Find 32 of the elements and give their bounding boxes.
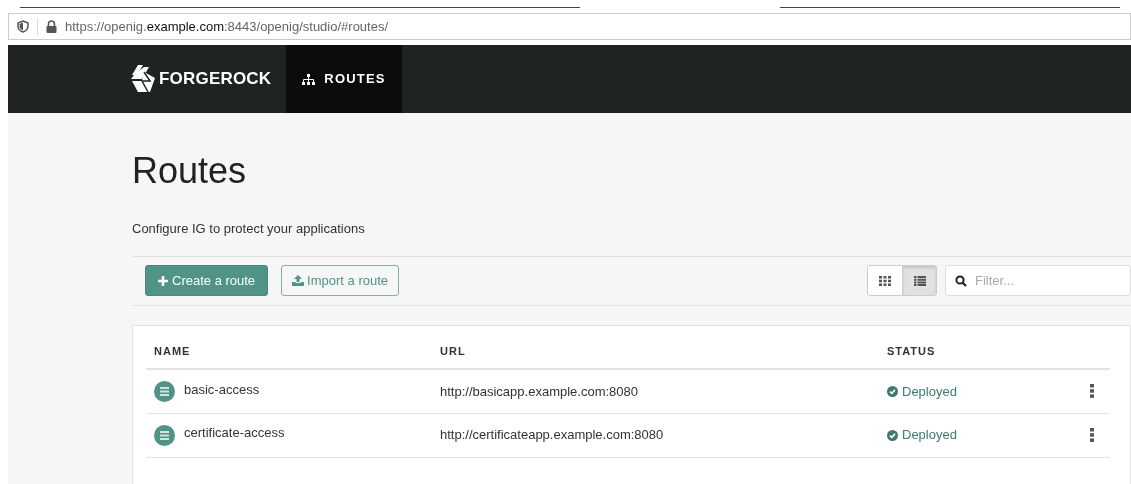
lock-icon	[46, 20, 57, 33]
route-icon	[154, 380, 175, 402]
check-circle-icon	[887, 429, 898, 441]
route-name[interactable]: basic-access	[184, 379, 260, 399]
logo-icon	[130, 64, 156, 94]
status-text: Deployed	[902, 426, 957, 445]
logo-text: FORGEROCK	[159, 68, 272, 91]
page-title: Routes	[132, 149, 248, 193]
search-icon	[955, 275, 967, 287]
page-subtitle: Configure IG to protect your applications	[132, 220, 366, 238]
check-circle-icon	[887, 385, 898, 397]
status-text: Deployed	[902, 382, 957, 401]
upload-icon	[292, 275, 305, 286]
column-header: STATUS	[879, 342, 1090, 369]
column-header: URL	[432, 342, 879, 369]
create-button[interactable]: Create a route	[145, 265, 269, 296]
nav-tab[interactable]: ROUTES	[286, 45, 402, 113]
kebab-menu-icon[interactable]	[1090, 384, 1094, 399]
grid-view-button[interactable]	[868, 266, 902, 295]
route-name[interactable]: certificate-access	[184, 423, 285, 443]
route-icon	[154, 424, 175, 446]
list-view-button[interactable]	[902, 266, 936, 295]
column-header: NAME	[146, 342, 432, 369]
sitemap-icon	[302, 73, 316, 85]
plus-icon	[158, 275, 168, 286]
table-cell: http://basicapp.example.com:8080	[432, 369, 879, 413]
list-icon	[913, 275, 926, 286]
kebab-menu-icon[interactable]	[1090, 428, 1094, 442]
filter-field[interactable]: Filter...	[945, 265, 1131, 296]
shield-icon	[17, 20, 29, 33]
grid-icon	[879, 275, 891, 286]
table-cell: http://certificateapp.example.com:8080	[432, 413, 879, 457]
